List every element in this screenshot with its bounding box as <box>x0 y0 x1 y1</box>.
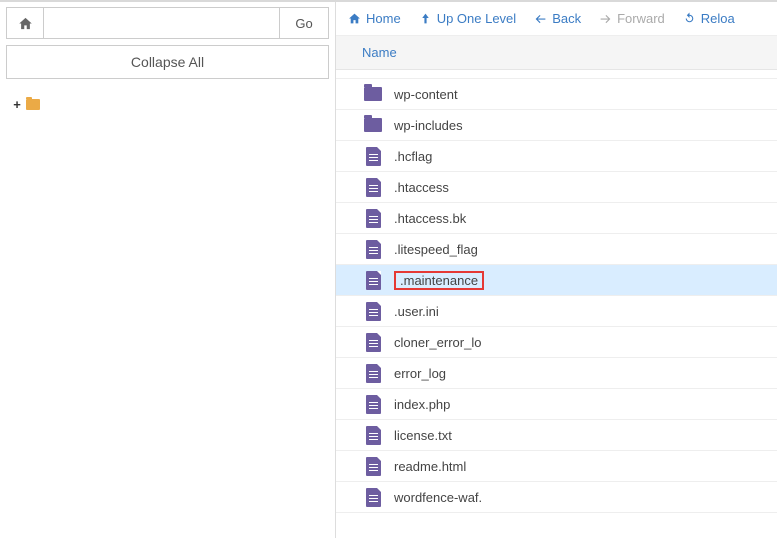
file-icon <box>364 177 382 197</box>
file-icon <box>364 270 382 290</box>
file-pane: Home Up One Level Back Forward Reloa Nam… <box>336 2 777 538</box>
up-icon <box>419 12 432 25</box>
file-row[interactable]: .user.ini <box>336 296 777 327</box>
folder-icon <box>26 99 40 110</box>
column-header-name[interactable]: Name <box>336 36 777 70</box>
nav-home-label: Home <box>366 11 401 26</box>
file-row[interactable]: .hcflag <box>336 141 777 172</box>
file-row[interactable]: readme.html <box>336 451 777 482</box>
file-row[interactable]: wordfence-waf. <box>336 482 777 513</box>
home-icon <box>348 12 361 25</box>
file-name: index.php <box>394 397 450 412</box>
folder-icon <box>364 84 382 104</box>
file-list: wp-content wp-includes .hcflag .htaccess .ht… <box>336 70 777 513</box>
file-name: .litespeed_flag <box>394 242 478 257</box>
forward-icon <box>599 12 612 25</box>
file-icon <box>364 332 382 352</box>
file-name: wordfence-waf. <box>394 490 482 505</box>
file-row[interactable]: license.txt <box>336 420 777 451</box>
nav-home[interactable]: Home <box>348 11 401 26</box>
file-icon <box>364 239 382 259</box>
expand-icon[interactable]: + <box>12 97 22 112</box>
file-name: .htaccess <box>394 180 449 195</box>
file-icon <box>364 363 382 383</box>
file-row[interactable]: wp-content <box>336 79 777 110</box>
file-name: license.txt <box>394 428 452 443</box>
collapse-all-button[interactable]: Collapse All <box>6 45 329 79</box>
file-icon <box>364 394 382 414</box>
file-row[interactable]: .htaccess <box>336 172 777 203</box>
file-icon <box>364 208 382 228</box>
tree: + <box>6 79 329 112</box>
go-button[interactable]: Go <box>279 7 329 39</box>
file-icon <box>364 456 382 476</box>
file-name: error_log <box>394 366 446 381</box>
file-icon <box>364 146 382 166</box>
file-name: wp-includes <box>394 118 463 133</box>
sidebar: Go Collapse All + <box>0 2 336 538</box>
file-row[interactable]: .htaccess.bk <box>336 203 777 234</box>
home-dir-button[interactable] <box>6 7 44 39</box>
file-icon <box>364 301 382 321</box>
file-row[interactable]: wp-includes <box>336 110 777 141</box>
back-icon <box>534 12 547 25</box>
file-name: readme.html <box>394 459 466 474</box>
tree-root[interactable]: + <box>12 97 329 112</box>
nav-back[interactable]: Back <box>534 11 581 26</box>
path-input[interactable] <box>44 7 279 39</box>
nav-reload-label: Reloa <box>701 11 735 26</box>
file-name: wp-content <box>394 87 458 102</box>
file-row[interactable]: .litespeed_flag <box>336 234 777 265</box>
file-row-cutoff <box>336 70 777 79</box>
nav-forward: Forward <box>599 11 665 26</box>
file-row[interactable]: error_log <box>336 358 777 389</box>
nav-up[interactable]: Up One Level <box>419 11 517 26</box>
file-name: cloner_error_lo <box>394 335 481 350</box>
nav-forward-label: Forward <box>617 11 665 26</box>
nav-up-label: Up One Level <box>437 11 517 26</box>
file-name: .htaccess.bk <box>394 211 466 226</box>
file-icon <box>364 425 382 445</box>
file-row[interactable]: .maintenance <box>336 265 777 296</box>
file-name: .maintenance <box>394 271 484 290</box>
reload-icon <box>683 12 696 25</box>
nav-back-label: Back <box>552 11 581 26</box>
file-name: .hcflag <box>394 149 432 164</box>
file-row[interactable]: index.php <box>336 389 777 420</box>
file-name: .user.ini <box>394 304 439 319</box>
toolbar: Home Up One Level Back Forward Reloa <box>336 2 777 36</box>
nav-reload[interactable]: Reloa <box>683 11 735 26</box>
file-row[interactable]: cloner_error_lo <box>336 327 777 358</box>
home-icon <box>18 16 33 31</box>
file-icon <box>364 487 382 507</box>
folder-icon <box>364 115 382 135</box>
